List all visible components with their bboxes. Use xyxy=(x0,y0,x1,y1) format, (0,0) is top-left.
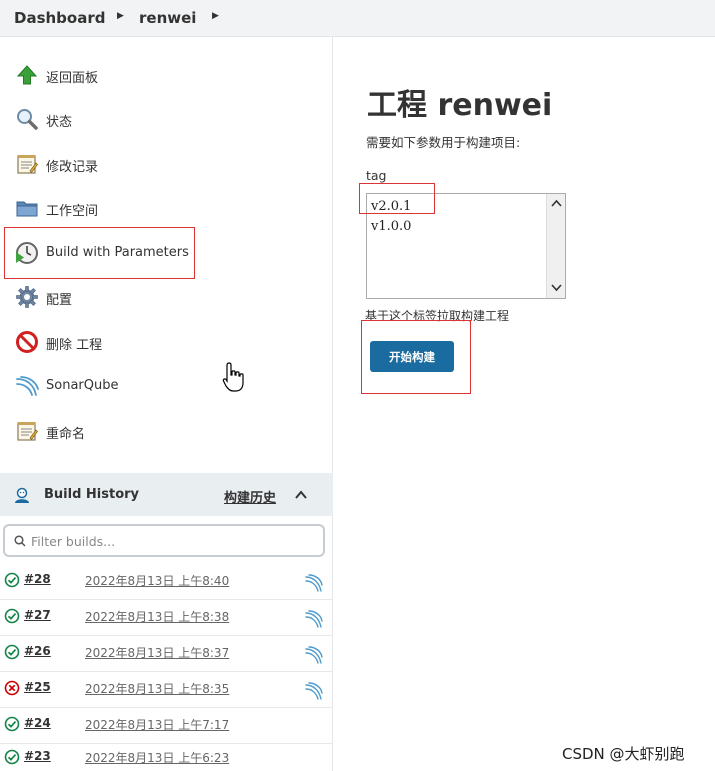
build-number-link[interactable]: #26 xyxy=(24,644,51,658)
breadcrumb-renwei[interactable]: renwei xyxy=(139,9,196,27)
build-history-title: Build History xyxy=(44,487,140,502)
sonarqube-icon[interactable] xyxy=(305,574,323,592)
highlight-box xyxy=(4,227,195,279)
task-label: 配置 xyxy=(46,293,73,308)
build-row[interactable]: #23 2022年8月13日 上午6:23 xyxy=(0,741,333,771)
build-number-link[interactable]: #25 xyxy=(24,680,51,694)
parameters-description: 需要如下参数用于构建项目: xyxy=(366,135,521,150)
sonarqube-icon[interactable] xyxy=(305,646,323,664)
no-entry-icon xyxy=(15,330,39,354)
build-date-link[interactable]: 2022年8月13日 上午8:38 xyxy=(85,608,229,625)
task-label: 修改记录 xyxy=(46,160,99,175)
highlight-box xyxy=(361,320,471,394)
task-workspace[interactable]: 工作空间 xyxy=(0,186,333,230)
build-number-link[interactable]: #24 xyxy=(24,716,51,730)
filter-builds-field[interactable] xyxy=(3,524,325,557)
task-label: 返回面板 xyxy=(46,71,99,86)
parameter-name: tag xyxy=(366,168,387,183)
build-date-link[interactable]: 2022年8月13日 上午6:23 xyxy=(85,749,229,766)
search-icon xyxy=(15,107,39,131)
task-changes[interactable]: 修改记录 xyxy=(0,142,333,186)
task-sonarqube[interactable]: SonarQube xyxy=(0,364,333,408)
gear-icon xyxy=(15,285,39,309)
watermark: CSDN @大虾别跑 xyxy=(562,745,685,763)
breadcrumb-bar: Dashboard ▶ renwei ▶ xyxy=(0,0,715,37)
task-label: SonarQube xyxy=(46,378,119,393)
scrollbar[interactable] xyxy=(546,194,565,298)
build-history-header: Build History 构建历史 xyxy=(0,473,333,516)
build-trend-link[interactable]: 构建历史 xyxy=(224,487,276,506)
build-row[interactable]: #25 2022年8月13日 上午8:35 xyxy=(0,672,333,708)
sonarqube-icon[interactable] xyxy=(305,682,323,700)
page-title: 工程 renwei xyxy=(367,88,553,123)
task-label: 删除 工程 xyxy=(46,338,103,353)
task-label: 工作空间 xyxy=(46,204,99,219)
sonarqube-icon xyxy=(15,374,39,398)
build-row[interactable]: #24 2022年8月13日 上午7:17 xyxy=(0,708,333,744)
sonarqube-icon[interactable] xyxy=(305,610,323,628)
breadcrumb-separator-icon[interactable]: ▶ xyxy=(212,11,219,21)
task-delete-project[interactable]: 删除 工程 xyxy=(0,320,333,364)
build-date-link[interactable]: 2022年8月13日 上午7:17 xyxy=(85,716,229,733)
task-back-to-dashboard[interactable]: 返回面板 xyxy=(0,53,333,97)
task-rename[interactable]: 重命名 xyxy=(0,409,333,453)
tag-option[interactable]: v1.0.0 xyxy=(371,219,411,234)
notepad-icon xyxy=(15,152,39,176)
filter-builds-input[interactable] xyxy=(31,532,311,550)
search-icon xyxy=(14,535,26,547)
task-label: 状态 xyxy=(46,115,73,130)
butler-icon xyxy=(13,486,31,504)
scroll-up-icon[interactable] xyxy=(551,199,562,207)
success-status-icon xyxy=(4,644,20,660)
breadcrumb-separator-icon[interactable]: ▶ xyxy=(117,11,124,21)
build-date-link[interactable]: 2022年8月13日 上午8:35 xyxy=(85,680,229,697)
build-row[interactable]: #27 2022年8月13日 上午8:38 xyxy=(0,600,333,636)
task-label: 重命名 xyxy=(46,427,86,442)
highlight-box xyxy=(359,183,435,214)
success-status-icon xyxy=(4,749,20,765)
success-status-icon xyxy=(4,608,20,624)
build-row[interactable]: #28 2022年8月13日 上午8:40 xyxy=(0,564,333,600)
build-number-link[interactable]: #27 xyxy=(24,608,51,622)
notepad-icon xyxy=(15,419,39,443)
success-status-icon xyxy=(4,572,20,588)
folder-icon xyxy=(15,196,39,220)
build-row[interactable]: #26 2022年8月13日 上午8:37 xyxy=(0,636,333,672)
up-arrow-icon xyxy=(15,63,39,87)
build-date-link[interactable]: 2022年8月13日 上午8:40 xyxy=(85,572,229,589)
hand-cursor-icon xyxy=(222,361,246,397)
task-configure[interactable]: 配置 xyxy=(0,275,333,319)
breadcrumb-dashboard[interactable]: Dashboard xyxy=(14,9,105,27)
scroll-down-icon[interactable] xyxy=(551,284,562,292)
build-number-link[interactable]: #23 xyxy=(24,749,51,763)
success-status-icon xyxy=(4,716,20,732)
failed-status-icon xyxy=(4,680,20,696)
build-date-link[interactable]: 2022年8月13日 上午8:37 xyxy=(85,644,229,661)
chevron-up-icon[interactable] xyxy=(294,487,308,501)
build-number-link[interactable]: #28 xyxy=(24,572,51,586)
task-status[interactable]: 状态 xyxy=(0,97,333,141)
